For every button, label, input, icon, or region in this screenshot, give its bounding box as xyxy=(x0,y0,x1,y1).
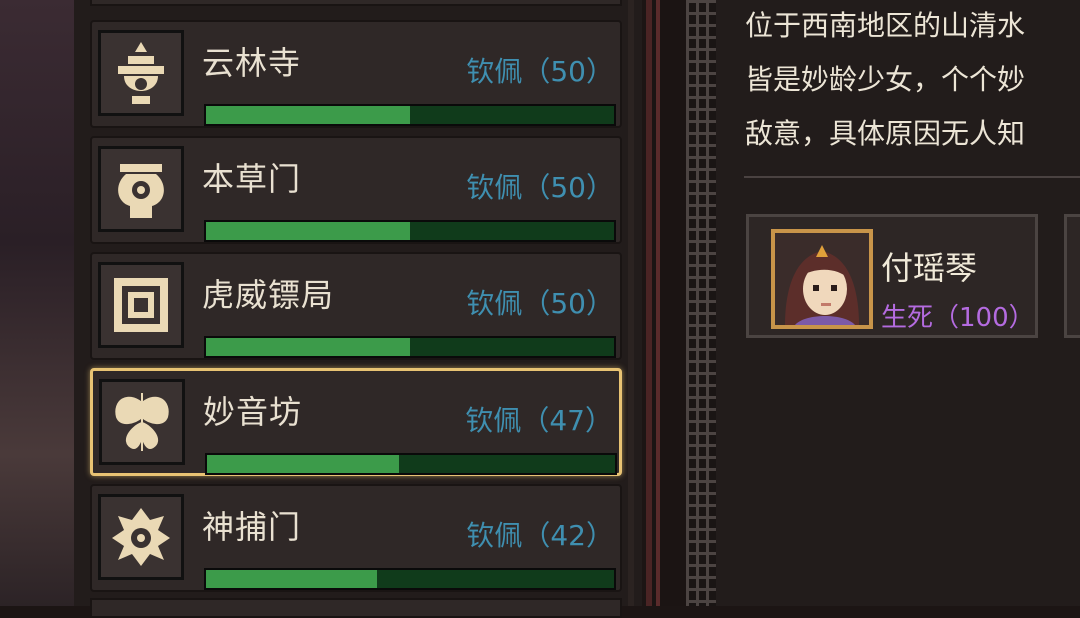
faction-name: 妙音坊 xyxy=(203,393,303,431)
faction-progress-fill xyxy=(206,106,410,124)
faction-name: 云林寺 xyxy=(202,44,302,82)
faction-progress-bar xyxy=(204,220,616,242)
faction-row-bencaomen[interactable]: 本草门 钦佩（50） xyxy=(90,136,622,244)
tiger-seal-emblem-icon xyxy=(98,262,184,348)
temple-emblem-icon xyxy=(98,30,184,116)
member-name: 付瑶琴 xyxy=(881,249,978,287)
fret-border-decoration xyxy=(686,0,716,606)
description-line: 位于西南地区的山清水 xyxy=(745,9,1026,42)
faction-progress-bar xyxy=(204,336,616,358)
faction-status: 钦佩（50） xyxy=(466,171,614,204)
member-card[interactable]: 付瑶琴 生死（100） xyxy=(746,214,1038,338)
faction-progress-fill xyxy=(206,338,410,356)
member-card-partial[interactable] xyxy=(1064,214,1080,338)
faction-row-yunlinsi[interactable]: 云林寺 钦佩（50） xyxy=(90,20,622,128)
member-relation: 生死（100） xyxy=(881,303,1035,333)
faction-status: 钦佩（47） xyxy=(465,404,613,437)
faction-name: 虎威镖局 xyxy=(202,276,335,314)
member-portrait xyxy=(771,229,873,329)
faction-row-partial-top[interactable] xyxy=(90,0,622,6)
faction-name: 神捕门 xyxy=(202,508,302,546)
faction-progress-fill xyxy=(207,455,399,473)
faction-row-huweibiaoju[interactable]: 虎威镖局 钦佩（50） xyxy=(90,252,622,360)
faction-name: 本草门 xyxy=(202,160,302,198)
faction-progress-bar xyxy=(204,568,616,590)
faction-progress-fill xyxy=(206,570,378,588)
faction-row-miaoyinfang[interactable]: 妙音坊 钦佩（47） xyxy=(90,368,622,476)
description-line: 敌意，具体原因无人知 xyxy=(745,117,1026,150)
faction-status: 钦佩（42） xyxy=(466,519,614,552)
herb-cauldron-emblem-icon xyxy=(98,146,184,232)
faction-progress-bar xyxy=(204,104,616,126)
dragon-emblem-icon xyxy=(98,494,184,580)
faction-row-shenbumen[interactable]: 神捕门 钦佩（42） xyxy=(90,484,622,592)
list-scrollbar[interactable] xyxy=(628,0,634,606)
faction-progress-bar xyxy=(205,453,617,475)
faction-status: 钦佩（50） xyxy=(466,287,614,320)
panel-divider xyxy=(646,0,686,606)
faction-row-partial-bottom[interactable] xyxy=(90,598,622,618)
description-line: 皆是妙龄少女，个个妙 xyxy=(745,63,1026,96)
moth-emblem-icon xyxy=(99,379,185,465)
section-divider xyxy=(744,176,1080,178)
faction-status: 钦佩（50） xyxy=(466,55,614,88)
faction-progress-fill xyxy=(206,222,410,240)
